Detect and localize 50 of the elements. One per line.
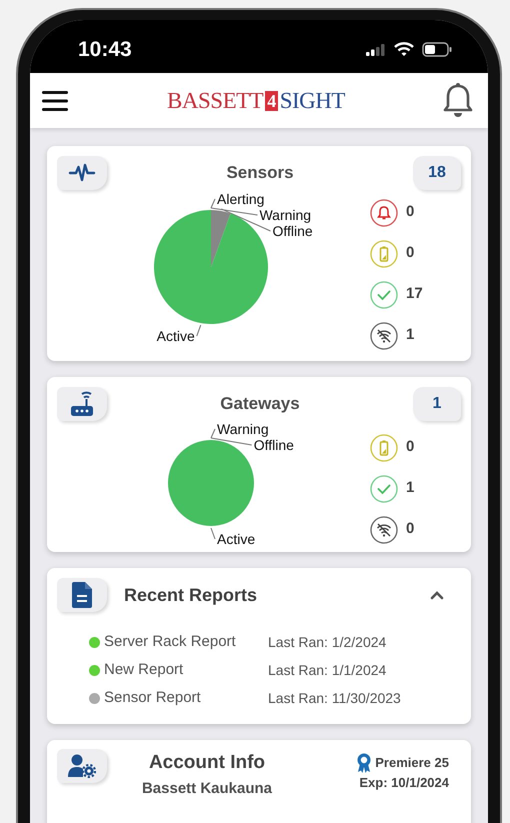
report-name[interactable]: Server Rack Report [104,630,268,654]
card-title: Sensors [226,162,294,184]
user-gear-icon [68,754,96,778]
total-count: 1 [412,387,461,421]
battery-icon [370,240,398,268]
document-icon [72,582,92,608]
plan-expiry: Exp: 10/1/2024 [359,774,449,792]
wifi-off-icon [370,322,398,350]
status-count: 1 [406,325,414,346]
chart-label: Offline [272,223,313,239]
battery-icon [370,434,398,462]
chart-label: Warning [217,421,269,437]
chart-label: Warning [259,207,312,223]
chart-label: Active [217,531,256,546]
card-title: Account Info [148,751,266,775]
total-count: 18 [413,156,461,190]
plan-name: Premiere 25 [375,754,449,772]
status-count: 0 [406,202,414,222]
router-icon [69,391,95,417]
report-name[interactable]: New Report [104,658,268,682]
status-count: 0 [406,437,414,458]
award-icon [357,753,372,773]
account-name: Bassett Kaukauna [142,778,272,798]
last-ran-date: Last Ran: 1/2/2024 [268,632,386,652]
chart-label: Alerting [217,191,264,207]
chart-label: Offline [254,437,294,453]
chart-label: Active [156,328,195,344]
signal-icon [366,44,386,56]
card-title: Gateways [220,393,300,416]
leader-line [210,528,216,540]
status-count: 0 [406,243,414,264]
chevron-up-icon[interactable] [430,590,444,600]
leader-line [196,324,202,337]
last-ran-date: Last Ran: 1/1/2024 [268,660,386,680]
bell-icon [370,198,398,226]
wifi-icon [394,42,414,57]
check-icon [370,280,398,308]
wifi-off-icon [370,516,398,544]
menu-icon[interactable] [40,88,70,112]
battery-icon [422,42,452,57]
status-count: 17 [406,284,423,304]
report-name[interactable]: Sensor Report [104,686,268,710]
status-time: 10:43 [78,36,132,63]
card-title: Recent Reports [124,584,258,607]
app-logo: BASSETT 4 SIGHT [167,89,345,112]
status-count: 1 [406,478,414,498]
notification-bell-icon[interactable] [442,82,474,118]
check-icon [370,474,398,502]
status-count: 0 [406,519,414,540]
last-ran-date: Last Ran: 11/30/2023 [268,688,401,708]
